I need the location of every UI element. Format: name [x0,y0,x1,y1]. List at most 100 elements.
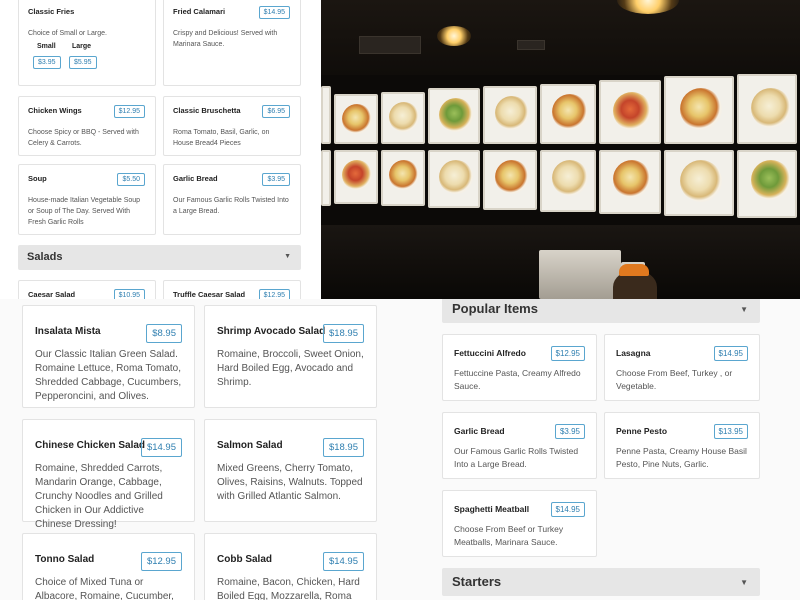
section-header-starters[interactable]: Starters ▼ [442,568,760,596]
chevron-down-icon: ▼ [284,253,291,260]
item-name: Tonno Salad [35,554,95,565]
item-description: Romaine, Shredded Carrots, Mandarin Oran… [35,463,163,530]
ceiling-vent [359,36,421,54]
item-name: Soup [28,174,47,183]
section-title: Starters [452,574,502,589]
menu-screen [321,86,331,144]
restaurant-menu-board-photo [321,0,800,299]
menu-screen [483,86,537,144]
menu-screen [381,150,425,206]
size-label-large: Large [72,43,92,50]
menu-screen [664,150,734,216]
menu-item-card[interactable]: Caesar Salad $10.95 [18,280,156,299]
menu-item-card[interactable]: Fettuccini Alfredo $12.95 Fettuccine Pas… [442,334,597,401]
item-price[interactable]: $14.95 [550,502,585,517]
menu-screen [599,80,661,144]
size-price-large[interactable]: $5.95 [69,56,97,69]
item-name: Garlic Bread [454,426,505,436]
item-name: Chinese Chicken Salad [35,440,146,451]
size-price-small[interactable]: $3.95 [33,56,61,69]
menu-item-card[interactable]: Insalata Mista $8.95 Our Classic Italian… [22,305,195,408]
menu-item-card[interactable]: Classic Bruschetta $6.95 Roma Tomato, Ba… [163,96,301,156]
item-name: Cobb Salad [217,554,273,565]
item-name: Classic Fries [28,7,75,16]
menu-screen [428,88,480,144]
item-price[interactable]: $12.95 [258,289,290,299]
item-price[interactable]: $3.95 [262,173,290,186]
item-price[interactable]: $5.50 [117,173,145,186]
item-name: Chicken Wings [28,106,82,115]
menu-screen [483,150,537,210]
menu-screen [334,94,378,144]
item-description: Our Famous Garlic Rolls Twisted Into a L… [173,197,289,215]
item-description: Choose Spicy or BBQ - Served with Celery… [28,129,139,147]
takeout-containers [539,250,621,299]
menu-screen [737,74,797,144]
menu-item-card[interactable]: Chicken Wings $12.95 Choose Spicy or BBQ… [18,96,156,156]
item-price[interactable]: $14.95 [140,438,182,457]
menu-item-card[interactable]: Classic Fries Choice of Small or Large. … [18,0,156,86]
menu-item-card[interactable]: Lasagna $14.95 Choose From Beef, Turkey … [604,334,760,401]
item-name: Insalata Mista [35,326,101,337]
item-name: Classic Bruschetta [173,106,241,115]
menu-item-card[interactable]: Garlic Bread $3.95 Our Famous Garlic Rol… [163,164,301,235]
menu-item-card[interactable]: Tonno Salad $12.95 Choice of Mixed Tuna … [22,533,195,600]
item-description: Crispy and Delicious! Served with Marina… [173,30,278,48]
menu-item-card[interactable]: Penne Pesto $13.95 Penne Pasta, Creamy H… [604,412,760,479]
item-name: Fried Calamari [173,7,226,16]
item-description: Romaine, Broccoli, Sweet Onion, Hard Boi… [217,349,364,388]
item-price[interactable]: $13.95 [713,424,748,439]
popular-items-panel: Popular Items ▼ Fettuccini Alfredo $12.9… [400,299,800,600]
menu-item-card[interactable]: Soup $5.50 House-made Italian Vegetable … [18,164,156,235]
item-price[interactable]: $14.95 [322,552,364,571]
section-header-popular[interactable]: Popular Items ▼ [442,299,760,323]
menu-item-card[interactable]: Fried Calamari $14.95 Crispy and Delicio… [163,0,301,86]
chevron-down-icon: ▼ [740,578,748,587]
item-description: Choose From Beef or Turkey Meatballs, Ma… [454,524,564,547]
item-name: Spaghetti Meatball [454,504,530,514]
menu-item-card[interactable]: Truffle Caesar Salad $12.95 [163,280,301,299]
menu-item-card[interactable]: Spaghetti Meatball $14.95 Choose From Be… [442,490,597,557]
item-price[interactable]: $12.95 [113,105,145,118]
ceiling-light [437,26,471,46]
item-description: Our Famous Garlic Rolls Twisted Into a L… [454,446,579,469]
chevron-down-icon: ▼ [740,305,748,314]
item-description: Choice of Small or Large. [28,30,107,37]
menu-item-card[interactable]: Garlic Bread $3.95 Our Famous Garlic Rol… [442,412,597,479]
menu-item-card[interactable]: Chinese Chicken Salad $14.95 Romaine, Sh… [22,419,195,530]
item-price[interactable]: $3.95 [554,424,585,439]
item-description: Romaine, Bacon, Chicken, Hard Boiled Egg… [217,577,360,600]
item-description: Our Classic Italian Green Salad. Romaine… [35,349,182,402]
menu-screen [381,92,425,144]
item-price[interactable]: $10.95 [113,289,145,299]
staff-cap [619,264,649,276]
item-name: Fettuccini Alfredo [454,348,526,358]
size-label-small: Small [37,43,56,50]
menu-screen [321,150,331,206]
item-name: Salmon Salad [217,440,283,451]
item-name: Shrimp Avocado Salad [217,326,326,337]
item-price[interactable]: $6.95 [262,105,290,118]
item-price[interactable]: $12.95 [550,346,585,361]
item-price[interactable]: $18.95 [322,324,364,343]
menu-item-card[interactable]: Shrimp Avocado Salad $18.95 Romaine, Bro… [204,305,377,408]
item-price[interactable]: $8.95 [146,324,182,343]
menu-screen [664,76,734,144]
item-name: Garlic Bread [173,174,218,183]
menu-board-row [321,74,797,144]
section-header-salads[interactable]: Salads ▼ [18,245,301,270]
item-name: Penne Pesto [616,426,668,436]
item-price[interactable]: $18.95 [322,438,364,457]
item-description: Roma Tomato, Basil, Garlic, on House Bre… [173,129,270,147]
item-description: House-made Italian Vegetable Soup or Sou… [28,197,141,226]
menu-item-card[interactable]: Salmon Salad $18.95 Mixed Greens, Cherry… [204,419,377,522]
item-price[interactable]: $14.95 [713,346,748,361]
menu-screen [428,150,480,208]
item-price[interactable]: $12.95 [140,552,182,571]
item-price[interactable]: $14.95 [258,6,290,19]
item-name: Truffle Caesar Salad [173,290,246,299]
menu-board-row [321,150,797,218]
menu-item-card[interactable]: Cobb Salad $14.95 Romaine, Bacon, Chicke… [204,533,377,600]
ceiling-vent [517,40,545,50]
menu-screen [540,84,596,144]
